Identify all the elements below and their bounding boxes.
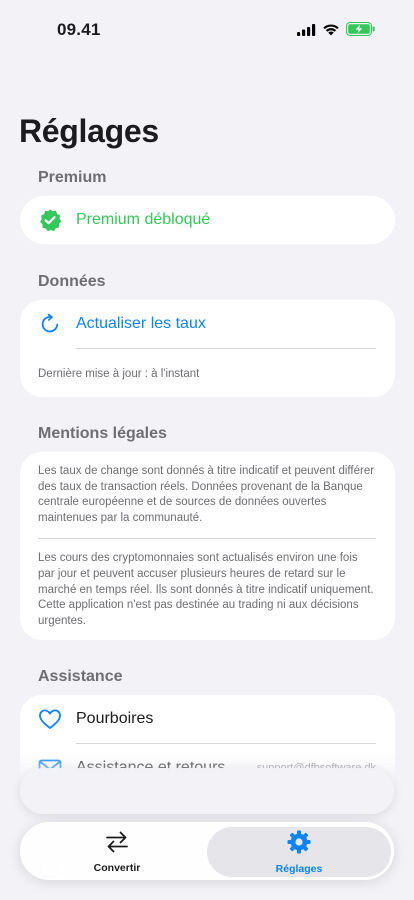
cellular-signal-icon	[297, 23, 316, 41]
status-icons	[297, 22, 376, 41]
premium-status-row: Premium débloqué	[20, 196, 395, 244]
legal-section-header: Mentions légales	[38, 425, 167, 442]
last-update-text: Dernière mise à jour : à l'instant	[38, 368, 200, 380]
status-time: 09.41	[57, 20, 101, 39]
legal-card: Les taux de change sont donnés à titre i…	[20, 452, 395, 640]
gear-icon	[286, 829, 312, 860]
tab-convertir-label: Convertir	[93, 862, 141, 874]
page-title: Réglages	[19, 113, 159, 149]
data-card: Actualiser les taux Dernière mise à jour…	[20, 300, 395, 397]
tab-bar: Convertir Réglages	[20, 822, 394, 880]
tab-reglages[interactable]: Réglages	[207, 827, 391, 877]
assistance-section-header: Assistance	[38, 668, 123, 685]
wifi-icon	[322, 23, 340, 41]
floating-panel	[20, 768, 394, 814]
refresh-icon	[37, 312, 62, 337]
refresh-rates-label: Actualiser les taux	[76, 315, 206, 332]
divider	[38, 538, 376, 540]
tab-convertir[interactable]: Convertir	[25, 827, 209, 877]
premium-card: Premium débloqué	[20, 196, 395, 244]
swap-arrows-icon	[104, 830, 130, 859]
legal-paragraph-exchange-rates: Les taux de change sont donnés à titre i…	[38, 465, 375, 524]
premium-section-header: Premium	[38, 169, 107, 186]
refresh-rates-button[interactable]: Actualiser les taux	[20, 300, 395, 348]
heart-icon	[37, 707, 62, 732]
battery-charging-icon	[346, 22, 376, 41]
tips-label: Pourboires	[76, 710, 154, 727]
premium-status-label: Premium débloqué	[76, 211, 211, 228]
data-section-header: Données	[38, 273, 106, 290]
status-bar: 09.41	[0, 0, 414, 60]
tab-reglages-label: Réglages	[275, 863, 323, 875]
verified-badge-icon	[37, 208, 62, 233]
legal-paragraph-crypto: Les cours des cryptomonnaies sont actual…	[38, 552, 374, 627]
tips-row[interactable]: Pourboires	[20, 695, 395, 743]
